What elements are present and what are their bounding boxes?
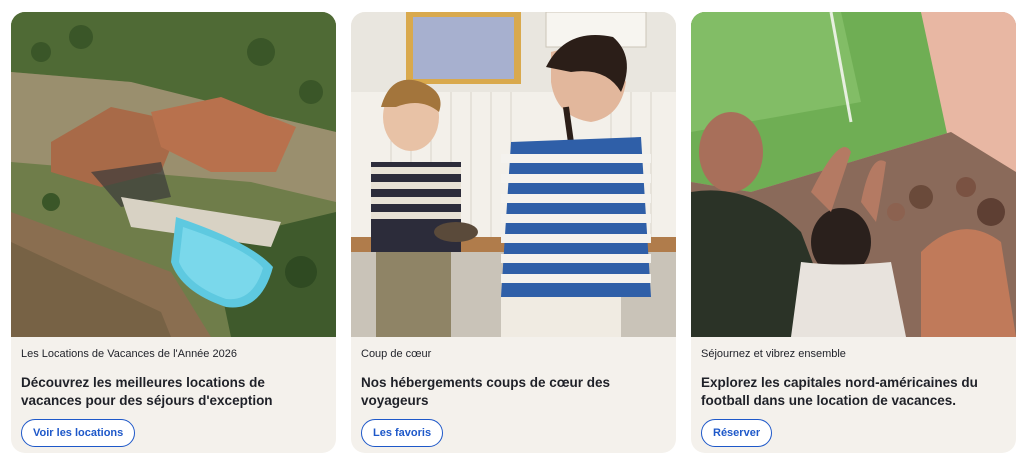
card-eyebrow: Séjournez et vibrez ensemble [701, 348, 846, 360]
book-button[interactable]: Réserver [701, 419, 773, 447]
promo-card-row: Les Locations de Vacances de l'Année 202… [11, 12, 1016, 453]
kitchen-family-photo [351, 12, 676, 337]
promo-card-football[interactable]: Séjournez et vibrez ensemble Explorez le… [691, 12, 1016, 453]
favorites-button[interactable]: Les favoris [361, 419, 444, 447]
promo-card-vacation-rentals[interactable]: Les Locations de Vacances de l'Année 202… [11, 12, 336, 453]
card-title[interactable]: Découvrez les meilleures locations de va… [21, 374, 326, 409]
card-eyebrow: Coup de cœur [361, 348, 432, 360]
card-title[interactable]: Explorez les capitales nord-américaines … [701, 374, 1006, 409]
stadium-crowd-photo [691, 12, 1016, 337]
card-body: Coup de cœur Nos hébergements coups de c… [351, 337, 676, 447]
card-body: Séjournez et vibrez ensemble Explorez le… [691, 337, 1016, 447]
card-body: Les Locations de Vacances de l'Année 202… [11, 337, 336, 447]
promo-card-favorites[interactable]: Coup de cœur Nos hébergements coups de c… [351, 12, 676, 453]
card-eyebrow: Les Locations de Vacances de l'Année 202… [21, 348, 237, 360]
card-title[interactable]: Nos hébergements coups de cœur des voyag… [361, 374, 666, 409]
view-rentals-button[interactable]: Voir les locations [21, 419, 136, 447]
aerial-villa-pool-photo [11, 12, 336, 337]
